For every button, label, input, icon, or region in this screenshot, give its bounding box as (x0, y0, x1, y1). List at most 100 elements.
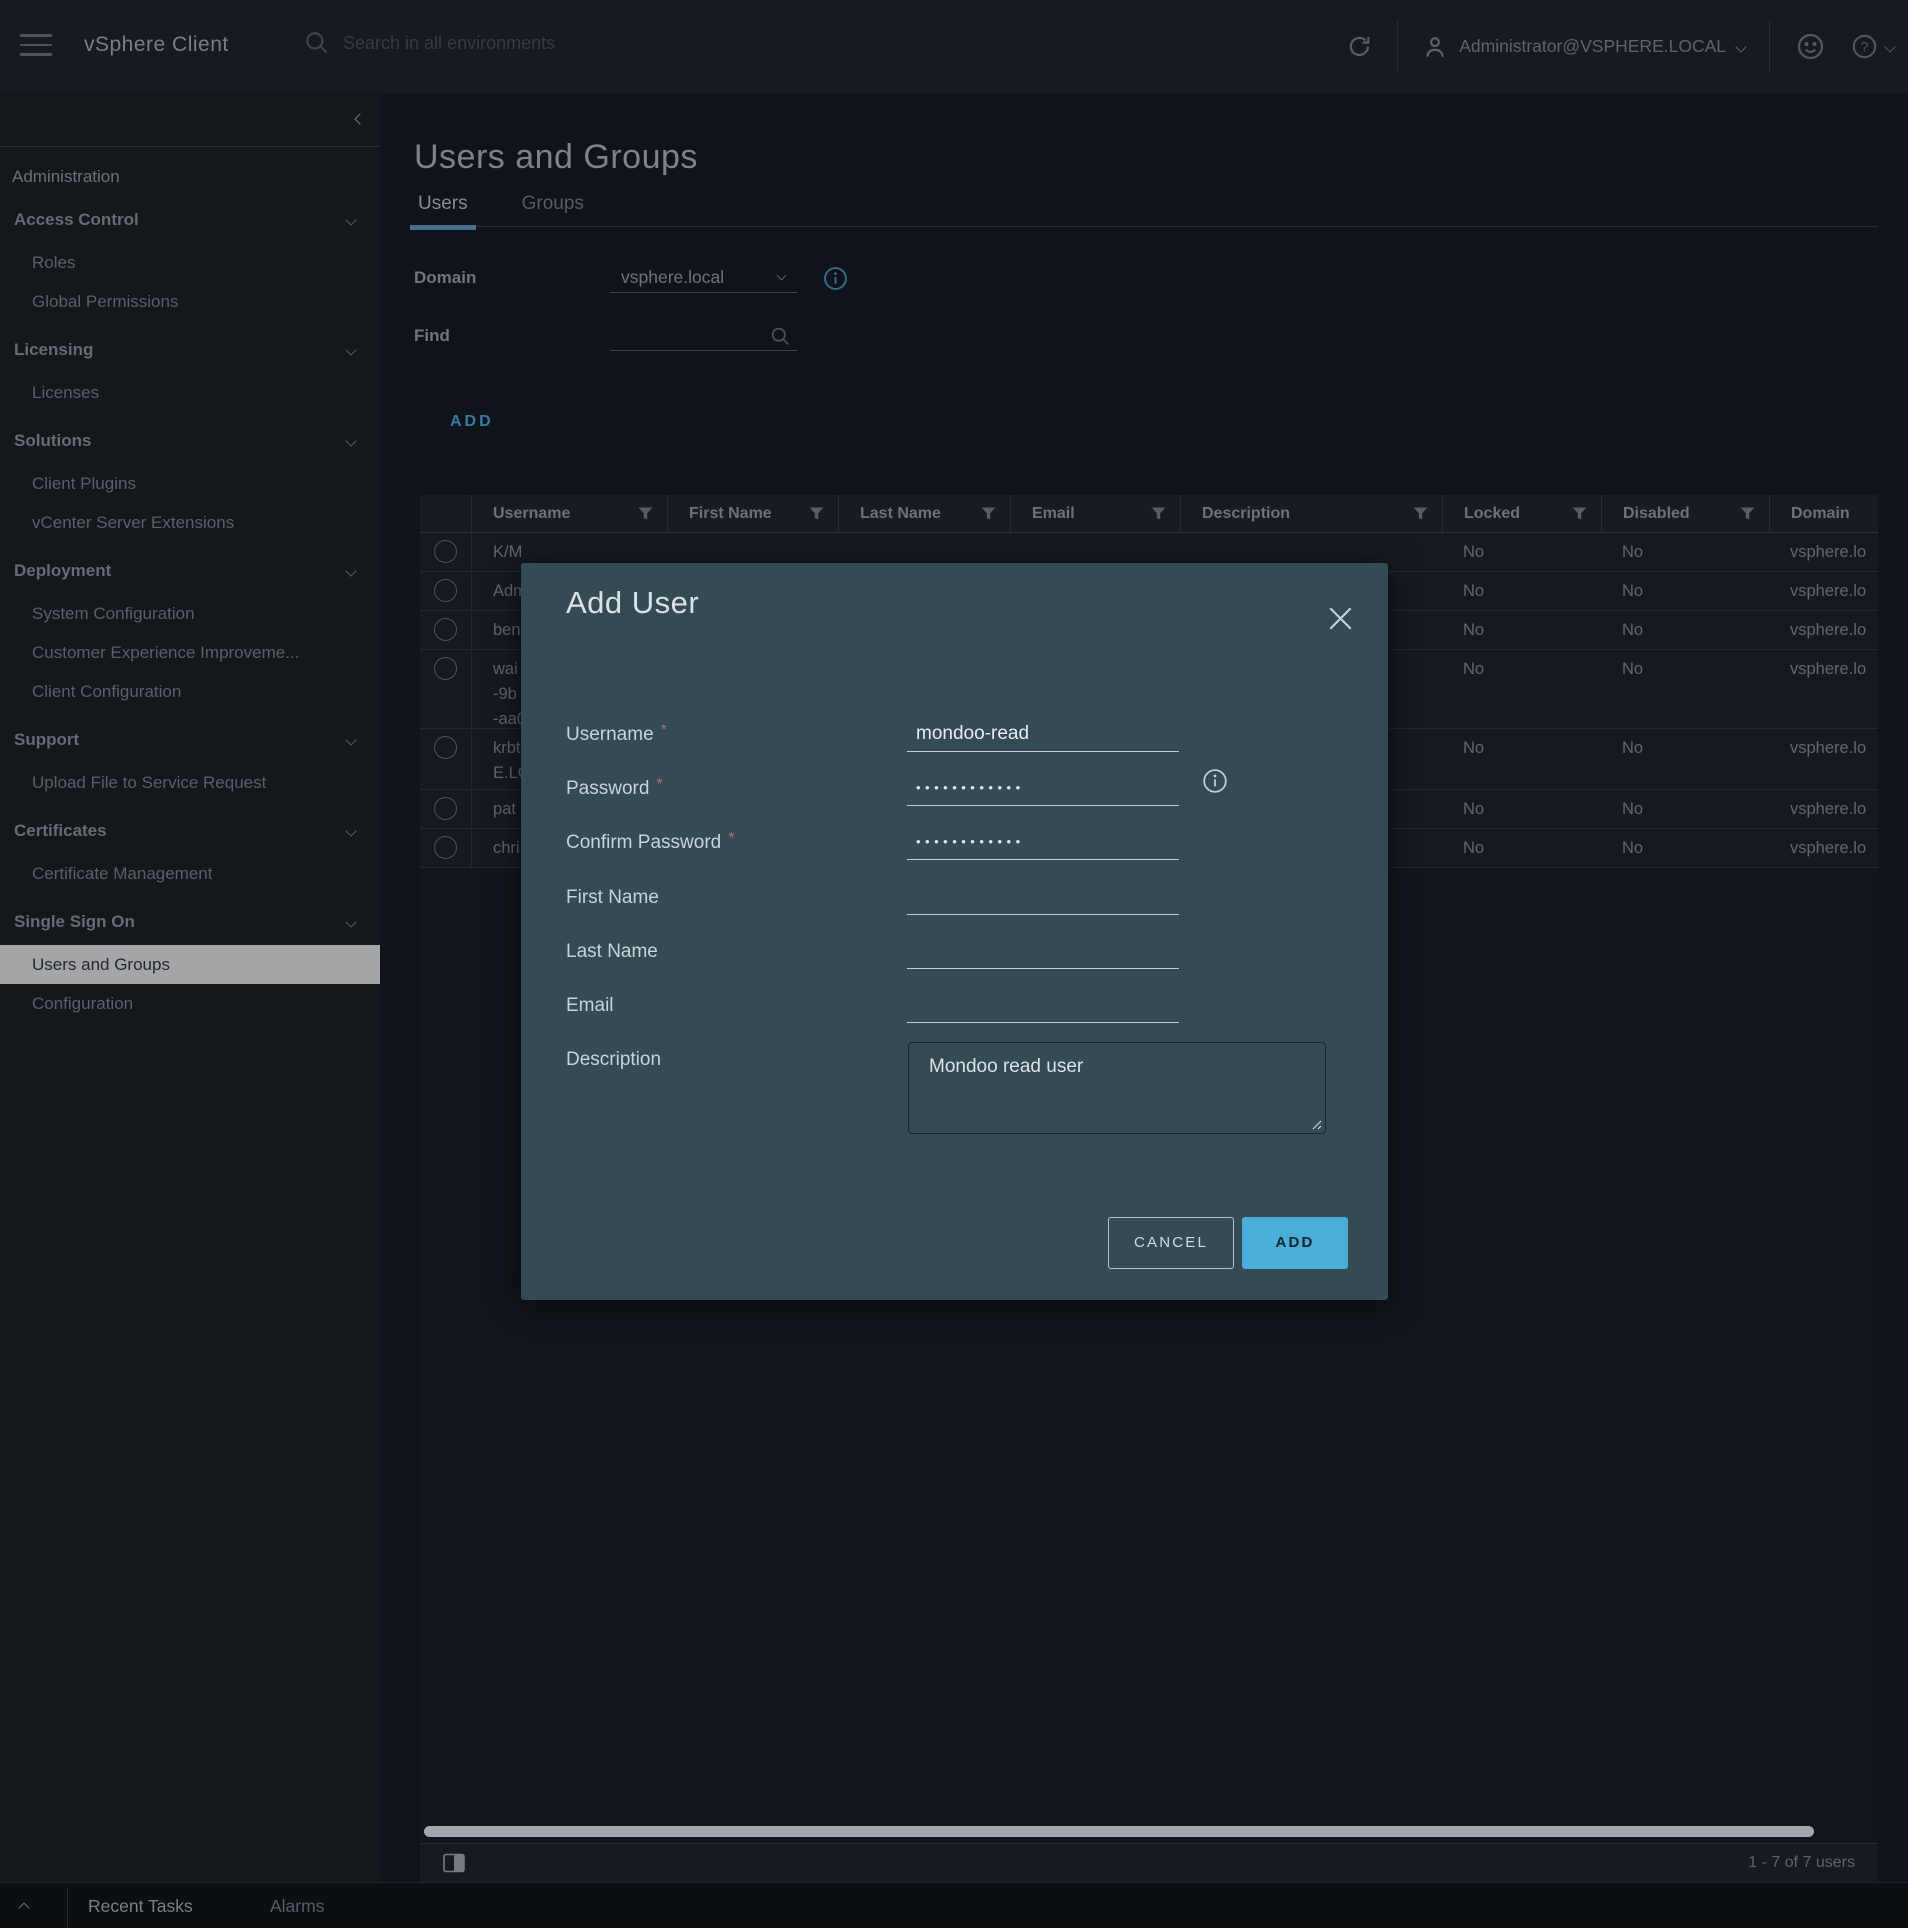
sidebar-item-certificates[interactable]: Certificates (0, 808, 380, 854)
username-label: Username (566, 724, 654, 746)
password-field[interactable]: •••••••••••• (907, 774, 1179, 806)
row-select-cell (420, 533, 471, 571)
filter-icon[interactable] (1413, 507, 1428, 520)
row-radio[interactable] (434, 736, 457, 759)
username-input[interactable] (907, 720, 1179, 751)
confirm-password-field[interactable]: •••••••••••• (907, 828, 1179, 860)
sidebar-item-global-permissions[interactable]: Global Permissions (0, 282, 380, 321)
sidebar-item-client-configuration[interactable]: Client Configuration (0, 672, 380, 711)
sidebar-item-single-sign-on[interactable]: Single Sign On (0, 899, 380, 945)
email-field (907, 991, 1179, 1023)
bottom-drawer-bar: Recent Tasks Alarms (0, 1882, 1908, 1928)
filter-icon[interactable] (809, 507, 824, 520)
cell-locked: No (1442, 790, 1601, 828)
divider (67, 1889, 68, 1928)
sidebar-item-upload-file-to-service-request[interactable]: Upload File to Service Request (0, 763, 380, 802)
resize-handle-icon[interactable] (1310, 1118, 1322, 1130)
row-radio[interactable] (434, 836, 457, 859)
username-field-row: Username * (566, 720, 667, 750)
column-header-selection[interactable] (420, 495, 471, 532)
page-title: Users and Groups (414, 138, 698, 177)
sidebar-item-label: Global Permissions (32, 292, 178, 312)
chevron-up-icon[interactable] (18, 1902, 29, 1913)
description-input[interactable]: Mondoo read user (909, 1043, 1325, 1133)
sidebar-item-licenses[interactable]: Licenses (0, 373, 380, 412)
column-header-domain[interactable]: Domain (1769, 495, 1878, 532)
close-icon[interactable] (1329, 607, 1352, 630)
column-header-disabled[interactable]: Disabled (1601, 495, 1769, 532)
sidebar-item-configuration[interactable]: Configuration (0, 984, 380, 1023)
add-button[interactable]: ADD (1242, 1217, 1348, 1269)
tab-groups[interactable]: Groups (518, 193, 588, 215)
admin-sidebar: Administration Access ControlRoles Global… (0, 93, 380, 1882)
sidebar-item-client-plugins[interactable]: Client Plugins (0, 464, 380, 503)
last-name-label: Last Name (566, 941, 658, 963)
find-input[interactable] (610, 321, 760, 345)
add-user-toolbar-button[interactable]: ADD (450, 413, 494, 431)
sidebar-item-label: System Configuration (32, 604, 195, 624)
email-input[interactable] (907, 991, 1179, 1022)
cell-disabled: No (1601, 650, 1769, 728)
filter-icon[interactable] (1740, 507, 1755, 520)
sidebar-item-support[interactable]: Support (0, 717, 380, 763)
column-header-first-name[interactable]: First Name (667, 495, 838, 532)
recent-tasks-tab[interactable]: Recent Tasks (88, 1896, 193, 1917)
column-header-locked[interactable]: Locked (1442, 495, 1601, 532)
sidebar-title: Administration (0, 147, 380, 191)
sidebar-item-label: Certificate Management (32, 864, 212, 884)
column-header-description[interactable]: Description (1180, 495, 1442, 532)
column-header-email[interactable]: Email (1010, 495, 1180, 532)
global-search[interactable]: Search in all environments (304, 30, 555, 56)
sidebar-item-licensing[interactable]: Licensing (0, 327, 380, 373)
required-marker: * (661, 722, 667, 740)
find-label: Find (414, 326, 610, 346)
column-selector-icon[interactable] (443, 1853, 465, 1873)
sidebar-item-vcenter-server-extensions[interactable]: vCenter Server Extensions (0, 503, 380, 542)
filter-icon[interactable] (1151, 507, 1166, 520)
column-header-label: Email (1032, 505, 1075, 523)
filter-icon[interactable] (1572, 507, 1587, 520)
row-radio[interactable] (434, 657, 457, 680)
sidebar-collapse-button[interactable] (0, 93, 380, 147)
cancel-button[interactable]: CANCEL (1108, 1217, 1234, 1269)
sidebar-item-customer-experience-improveme[interactable]: Customer Experience Improveme... (0, 633, 380, 672)
row-radio[interactable] (434, 797, 457, 820)
cell-disabled: No (1601, 533, 1769, 571)
cell-domain: vsphere.lo (1769, 572, 1878, 610)
sidebar-item-deployment[interactable]: Deployment (0, 548, 380, 594)
help-menu[interactable]: ? (1851, 33, 1894, 60)
search-icon (304, 30, 330, 56)
sidebar-item-certificate-management[interactable]: Certificate Management (0, 854, 380, 893)
domain-info-icon[interactable] (823, 266, 848, 291)
feedback-smiley-icon[interactable] (1796, 32, 1825, 61)
first-name-input[interactable] (907, 883, 1179, 914)
horizontal-scrollbar[interactable] (420, 1822, 1878, 1841)
sidebar-item-roles[interactable]: Roles (0, 243, 380, 282)
row-radio[interactable] (434, 540, 457, 563)
domain-select[interactable]: vsphere.local (610, 263, 797, 293)
column-header-username[interactable]: Username (471, 495, 667, 532)
sidebar-item-label: vCenter Server Extensions (32, 513, 234, 533)
last-name-input[interactable] (907, 937, 1179, 968)
hamburger-menu-icon[interactable] (20, 34, 52, 56)
column-header-last-name[interactable]: Last Name (838, 495, 1010, 532)
alarms-tab[interactable]: Alarms (270, 1896, 324, 1917)
sidebar-item-access-control[interactable]: Access Control (0, 197, 380, 243)
scrollbar-thumb[interactable] (424, 1826, 1814, 1837)
confirm-password-field-row: Confirm Password * (566, 828, 734, 858)
column-header-label: First Name (689, 505, 772, 523)
tab-users[interactable]: Users (414, 193, 472, 215)
filter-icon[interactable] (981, 507, 996, 520)
sidebar-item-users-and-groups[interactable]: Users and Groups (0, 945, 380, 984)
find-filter-row: Find (414, 321, 797, 351)
sidebar-item-solutions[interactable]: Solutions (0, 418, 380, 464)
filter-icon[interactable] (638, 507, 653, 520)
refresh-icon[interactable] (1346, 33, 1373, 60)
first-name-label: First Name (566, 887, 659, 909)
sidebar-item-system-configuration[interactable]: System Configuration (0, 594, 380, 633)
user-menu[interactable]: Administrator@VSPHERE.LOCAL (1422, 34, 1745, 60)
password-info-icon[interactable] (1202, 768, 1228, 794)
row-radio[interactable] (434, 618, 457, 641)
cell-locked: No (1442, 650, 1601, 728)
row-radio[interactable] (434, 579, 457, 602)
